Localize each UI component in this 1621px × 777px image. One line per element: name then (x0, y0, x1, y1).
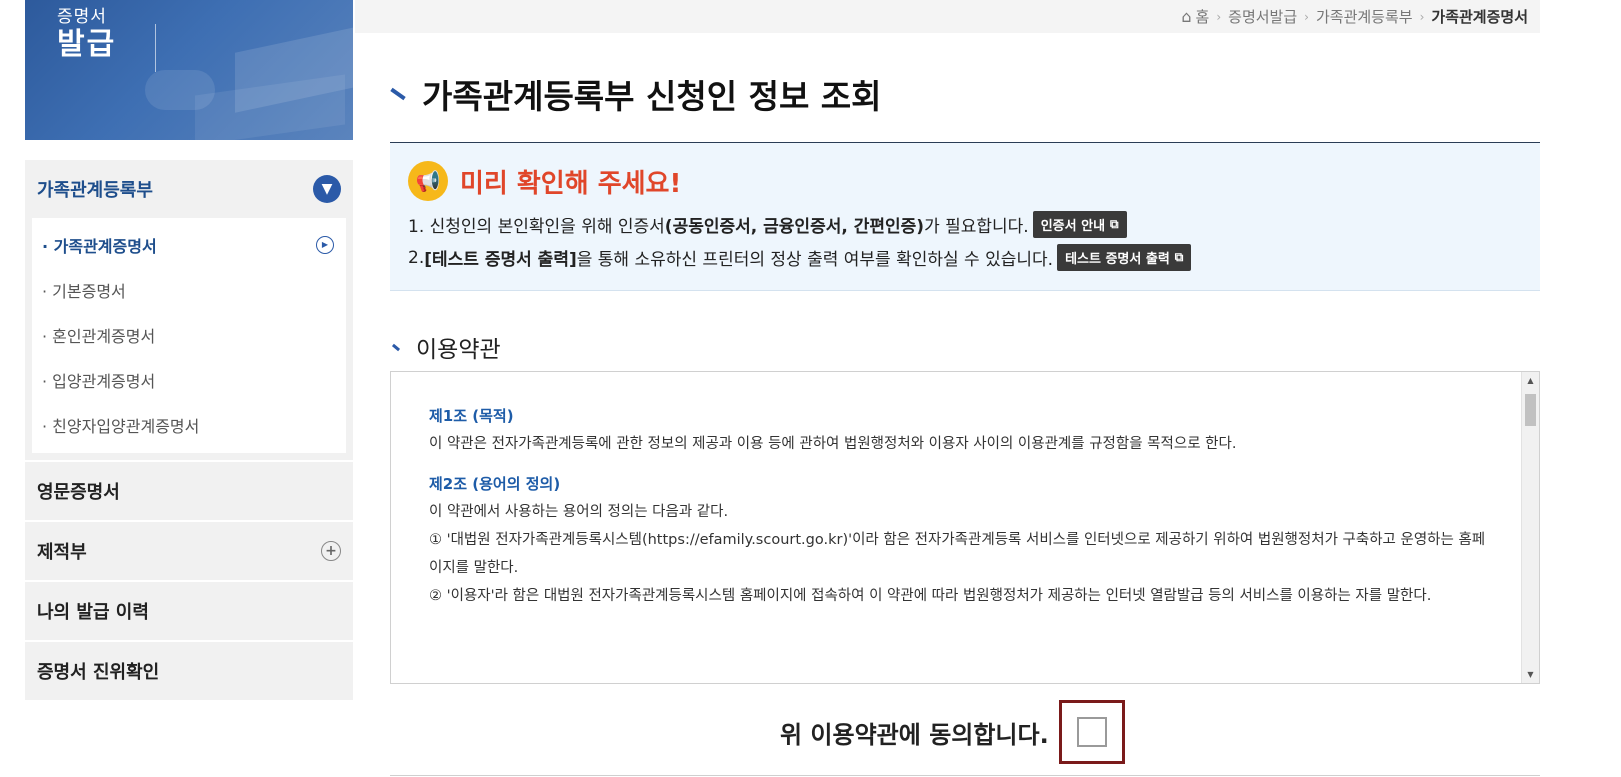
article-title: 제1조 (목적) (429, 407, 514, 425)
button-label: 테스트 증명서 출력 (1065, 252, 1170, 267)
section-title: 이용약관 (390, 330, 501, 364)
sidebar-item-history[interactable]: 나의 발급 이력 (25, 582, 353, 640)
terms-box[interactable]: 제1조 (목적) 이 약관은 전자가족관계등록에 관한 정보의 제공과 이용 등… (390, 371, 1540, 684)
notice-header: 📢 미리 확인해 주세요! (408, 161, 681, 201)
sidebar-group-english-cert: 영문증명서 (25, 462, 353, 522)
banner-small-text: 증명서 (57, 7, 107, 27)
article-item: ② '이용자'라 함은 대법원 전자가족관계등록시스템 홈페이지에 접속하여 이… (429, 588, 1432, 604)
section-title-text: 이용약관 (416, 337, 501, 363)
chevron-down-icon[interactable]: ▼ (313, 175, 341, 203)
sidebar-group-family-register: 가족관계등록부 ▼ · 가족관계증명서 ▶ · 기본증명서 · 혼인관계증명서 … (25, 160, 353, 462)
button-label: 인증서 안내 (1040, 219, 1106, 234)
page-title: 가족관계등록부 신청인 정보 조회 (390, 70, 882, 118)
test-cert-print-button[interactable]: 테스트 증명서 출력 ⧉ (1057, 244, 1192, 271)
notice-line-bold: (공동인증서, 금융인증서, 간편인증) (664, 217, 925, 237)
external-link-icon: ⧉ (1110, 217, 1119, 231)
article-title: 제2조 (용어의 정의) (429, 475, 561, 493)
banner-decoration (195, 74, 345, 140)
agree-highlight (1058, 700, 1125, 764)
sidebar-subitem-label: · 가족관계증명서 (42, 236, 157, 256)
notice-title: 미리 확인해 주세요! (460, 168, 682, 199)
scroll-down-icon[interactable]: ▼ (1522, 666, 1539, 683)
article-item: ① '대법원 전자가족관계등록시스템(https://efamily.scour… (429, 532, 1486, 576)
title-marker (390, 87, 406, 101)
notice-line-text: 1. 신청인의 본인확인을 위해 인증서 (408, 217, 665, 237)
sidebar-item-verify[interactable]: 증명서 진위확인 (25, 642, 353, 700)
terms-content: 제1조 (목적) 이 약관은 전자가족관계등록에 관한 정보의 제공과 이용 등… (429, 402, 1489, 610)
arrow-right-icon: ▶ (316, 235, 334, 254)
page-title-text: 가족관계등록부 신청인 정보 조회 (422, 77, 882, 116)
sidebar-subitem-label: · 기본증명서 (42, 281, 126, 301)
breadcrumb-item-family-register[interactable]: 가족관계등록부 (1316, 6, 1413, 27)
plus-icon[interactable]: + (321, 541, 341, 561)
agree-row: 위 이용약관에 동의합니다. (780, 700, 1125, 764)
agree-label: 위 이용약관에 동의합니다. (780, 720, 1049, 749)
banner-big-text: 발급 (57, 26, 117, 62)
breadcrumb-separator: › (1216, 9, 1222, 24)
sidebar-subitem-family-relation-cert[interactable]: · 가족관계증명서 ▶ (32, 222, 346, 267)
article-body: 이 약관에서 사용하는 용어의 정의는 다음과 같다. (429, 504, 729, 520)
notice-line-text: 가 필요합니다. (924, 217, 1029, 237)
banner-decoration (145, 70, 215, 110)
sidebar-group-removed-register: 제적부 + (25, 522, 353, 582)
banner-text: 증명서 발급 (57, 7, 117, 62)
notice-line-text: 2. (408, 247, 425, 268)
sidebar-item-label: 영문증명서 (37, 482, 120, 503)
notice-line-bold: [테스트 증명서 출력] (424, 250, 577, 270)
sidebar-item-label: 가족관계등록부 (37, 180, 153, 201)
sidebar-subitem-label: · 입양관계증명서 (42, 371, 156, 391)
breadcrumb-item-cert-issue[interactable]: 증명서발급 (1228, 6, 1297, 27)
sidebar-subitem-adoption-cert[interactable]: · 입양관계증명서 (32, 357, 346, 402)
notice-line-2: 2. [테스트 증명서 출력] 을 통해 소유하신 프린터의 정상 출력 여부를… (408, 244, 1192, 271)
sidebar-group-history: 나의 발급 이력 (25, 582, 353, 642)
breadcrumb-item-home[interactable]: 홈 (1196, 6, 1210, 27)
scroll-thumb[interactable] (1525, 394, 1536, 426)
sidebar-item-removed-register[interactable]: 제적부 + (25, 522, 353, 580)
agree-checkbox[interactable] (1076, 717, 1107, 747)
sidebar-banner: 증명서 발급 (25, 0, 353, 140)
sidebar-menu: 가족관계등록부 ▼ · 가족관계증명서 ▶ · 기본증명서 · 혼인관계증명서 … (25, 160, 353, 702)
sidebar-submenu: · 가족관계증명서 ▶ · 기본증명서 · 혼인관계증명서 · 입양관계증명서 … (32, 218, 346, 453)
sidebar-group-verify: 증명서 진위확인 (25, 642, 353, 702)
article-body: 이 약관은 전자가족관계등록에 관한 정보의 제공과 이용 등에 관하여 법원행… (429, 436, 1237, 452)
scroll-up-icon[interactable]: ▲ (1522, 372, 1539, 389)
external-link-icon: ⧉ (1174, 250, 1184, 264)
notice-box: 📢 미리 확인해 주세요! 1. 신청인의 본인확인을 위해 인증서 (공동인증… (390, 143, 1540, 291)
notice-line-1: 1. 신청인의 본인확인을 위해 인증서 (공동인증서, 금융인증서, 간편인증… (408, 211, 1127, 238)
scrollbar[interactable]: ▲ ▼ (1521, 372, 1539, 683)
section-marker (391, 343, 401, 351)
banner-divider (155, 24, 156, 72)
sidebar-subitem-full-adoption-cert[interactable]: · 친양자입양관계증명서 (32, 402, 346, 447)
divider (390, 775, 1540, 776)
breadcrumb-separator: › (1419, 9, 1425, 24)
sidebar-item-label: 나의 발급 이력 (37, 602, 149, 623)
sidebar-subitem-basic-cert[interactable]: · 기본증명서 (32, 267, 346, 312)
home-icon[interactable]: ⌂ (1181, 7, 1191, 26)
sidebar-subitem-label: · 혼인관계증명서 (42, 326, 156, 346)
breadcrumb-current: 가족관계증명서 (1431, 8, 1528, 26)
sidebar-subitem-marriage-cert[interactable]: · 혼인관계증명서 (32, 312, 346, 357)
sidebar-subitem-label: · 친양자입양관계증명서 (42, 416, 200, 436)
sidebar-item-english-cert[interactable]: 영문증명서 (25, 462, 353, 520)
notice-line-text: 을 통해 소유하신 프린터의 정상 출력 여부를 확인하실 수 있습니다. (576, 250, 1054, 270)
breadcrumb: ⌂ 홈 › 증명서발급 › 가족관계등록부 › 가족관계증명서 (355, 0, 1540, 33)
sidebar-item-label: 제적부 (37, 542, 87, 563)
megaphone-icon: 📢 (408, 161, 448, 201)
cert-guide-button[interactable]: 인증서 안내 ⧉ (1032, 211, 1127, 238)
breadcrumb-separator: › (1304, 9, 1309, 24)
sidebar-item-family-register[interactable]: 가족관계등록부 ▼ (25, 160, 353, 218)
sidebar-item-label: 증명서 진위확인 (37, 662, 160, 683)
